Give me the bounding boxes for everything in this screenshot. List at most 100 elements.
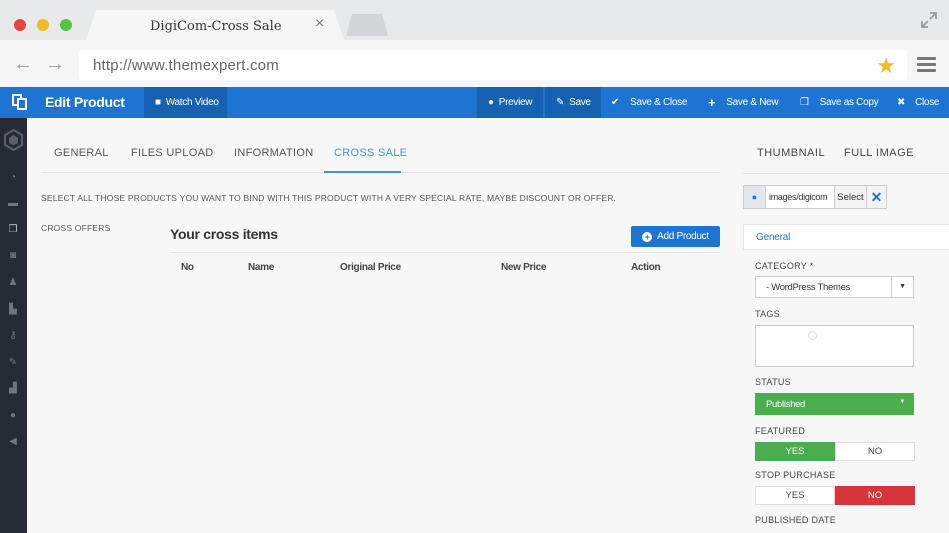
- image-select-button[interactable]: Select: [835, 185, 867, 209]
- image-tabs-divider: [743, 173, 949, 174]
- status-label: STATUS: [755, 377, 791, 387]
- caret-down-icon: ▼: [899, 399, 905, 405]
- expand-icon[interactable]: [919, 10, 939, 30]
- image-path-input[interactable]: images/digicom: [765, 185, 835, 209]
- save-button[interactable]: ✎ Save: [545, 87, 601, 118]
- app-header: Edit Product ■ Watch Video ● Preview ✎ Save…: [0, 87, 949, 118]
- published-date-label: PUBLISHED DATE: [755, 515, 837, 525]
- featured-label: FEATURED: [755, 426, 806, 436]
- watch-video-button[interactable]: ■ Watch Video: [144, 87, 227, 118]
- video-icon: ■: [155, 97, 161, 108]
- table-divider: [170, 252, 720, 253]
- watch-video-label: Watch Video: [165, 97, 219, 108]
- column-header-original-price: Original Price: [340, 262, 401, 273]
- url-text: http://www.themexpert.com: [93, 57, 279, 74]
- address-bar[interactable]: http://www.themexpert.com ★: [79, 50, 907, 80]
- plus-icon: +: [708, 95, 716, 110]
- tab-full-image[interactable]: FULL IMAGE: [844, 147, 914, 159]
- browser-tab-title: DigiCom-Cross Sale: [150, 19, 282, 34]
- stop-purchase-label: STOP PURCHASE: [755, 470, 836, 480]
- browser-tab[interactable]: DigiCom-Cross Sale ×: [86, 10, 344, 40]
- column-header-new-price: New Price: [501, 262, 547, 273]
- cross-offers-label: CROSS OFFERS: [41, 223, 111, 233]
- stop-purchase-toggle: YES NO: [755, 486, 915, 505]
- column-header-name: Name: [248, 262, 275, 273]
- add-product-label: Add Product: [657, 231, 709, 242]
- close-button[interactable]: ✖ Close: [897, 87, 939, 118]
- chevron-down-icon: ▼: [891, 277, 913, 297]
- featured-toggle: YES NO: [755, 442, 915, 461]
- products-icon[interactable]: ❐: [7, 224, 19, 236]
- stop-purchase-no-option[interactable]: NO: [835, 486, 915, 505]
- box-icon[interactable]: ◙: [7, 250, 19, 262]
- minimize-window-button[interactable]: [37, 19, 49, 31]
- back-arrow-icon[interactable]: ←: [13, 54, 33, 74]
- general-tab-label: General: [756, 232, 791, 243]
- save-close-button[interactable]: ✔ Save & Close: [611, 87, 687, 118]
- column-header-action: Action: [631, 262, 661, 273]
- save-label: Save: [569, 97, 591, 108]
- cross-items-title: Your cross items: [170, 226, 278, 242]
- cart-icon[interactable]: ▙: [7, 304, 19, 316]
- clear-image-icon[interactable]: ✕: [867, 185, 887, 209]
- new-tab-button[interactable]: [346, 14, 388, 36]
- preview-button[interactable]: ● Preview: [477, 87, 543, 118]
- bookmark-star-icon[interactable]: ★: [876, 53, 896, 79]
- preview-label: Preview: [498, 97, 533, 108]
- plus-circle-icon: +: [642, 231, 653, 242]
- back-icon[interactable]: ◀: [7, 436, 19, 448]
- featured-no-option[interactable]: NO: [835, 442, 915, 461]
- category-label: CATEGORY *: [755, 261, 814, 271]
- browser-titlebar: DigiCom-Cross Sale ×: [0, 0, 949, 40]
- product-icon: [12, 94, 27, 110]
- main-content: GENERAL FILES UPLOAD INFORMATION CROSS S…: [27, 118, 949, 533]
- status-value: Published: [766, 399, 806, 410]
- column-header-no: No: [181, 262, 194, 273]
- save-close-label: Save & Close: [630, 97, 688, 108]
- chart-icon[interactable]: ▟: [7, 383, 19, 395]
- key-icon[interactable]: ⚷: [7, 330, 19, 342]
- add-product-button[interactable]: + Add Product: [631, 226, 720, 247]
- admin-sidebar: ◔ ▬ ❐ ◙ ♟ ▙ ⚷ ✎ ▟ ● ◀: [0, 118, 27, 533]
- featured-yes-option[interactable]: YES: [755, 442, 835, 461]
- browser-menu-icon[interactable]: [917, 57, 936, 73]
- tab-close-icon[interactable]: ×: [315, 15, 324, 33]
- copy-icon: ❐: [800, 97, 809, 108]
- save-copy-button[interactable]: ❐ Save as Copy: [800, 87, 879, 118]
- stop-purchase-yes-option[interactable]: YES: [755, 486, 835, 505]
- page-title: Edit Product: [45, 94, 125, 110]
- logo-icon: [4, 129, 23, 151]
- category-value: - WordPress Themes: [766, 282, 850, 293]
- tab-general[interactable]: GENERAL: [54, 147, 109, 159]
- tab-thumbnail[interactable]: THUMBNAIL: [757, 147, 825, 159]
- tags-input[interactable]: [755, 325, 914, 367]
- wrench-icon[interactable]: ✎: [7, 357, 19, 369]
- tab-general-settings[interactable]: General: [743, 224, 949, 250]
- tab-cross-sale[interactable]: CROSS SALE: [334, 147, 407, 159]
- status-select[interactable]: Published ▼: [755, 393, 914, 415]
- folder-icon[interactable]: ▬: [7, 198, 19, 210]
- category-select[interactable]: - WordPress Themes ▼: [755, 276, 914, 298]
- preview-eye-icon[interactable]: ●: [743, 185, 765, 209]
- loading-icon: [808, 331, 817, 340]
- help-icon[interactable]: ●: [7, 410, 19, 422]
- close-label: Close: [915, 97, 940, 108]
- tab-information[interactable]: INFORMATION: [234, 147, 313, 159]
- close-window-button[interactable]: [14, 19, 26, 31]
- image-picker: ● images/digicom Select ✕: [743, 185, 887, 209]
- dashboard-icon[interactable]: ◔: [7, 172, 19, 184]
- product-tabs: GENERAL FILES UPLOAD INFORMATION CROSS S…: [41, 118, 720, 173]
- eye-icon: ●: [488, 97, 494, 108]
- tab-files-upload[interactable]: FILES UPLOAD: [131, 147, 213, 159]
- users-icon[interactable]: ♟: [7, 277, 19, 289]
- forward-arrow-icon[interactable]: →: [45, 54, 65, 74]
- browser-toolbar: ← → http://www.themexpert.com ★: [0, 40, 949, 87]
- check-icon: ✔: [611, 97, 620, 108]
- cross-sale-instruction: SELECT ALL THOSE PRODUCTS YOU WANT TO BI…: [41, 193, 617, 203]
- save-new-label: Save & New: [726, 97, 779, 108]
- active-tab-indicator: [324, 171, 401, 173]
- close-circle-icon: ✖: [897, 97, 906, 108]
- save-copy-label: Save as Copy: [819, 97, 879, 108]
- save-new-button[interactable]: + Save & New: [708, 87, 779, 118]
- maximize-window-button[interactable]: [60, 19, 72, 31]
